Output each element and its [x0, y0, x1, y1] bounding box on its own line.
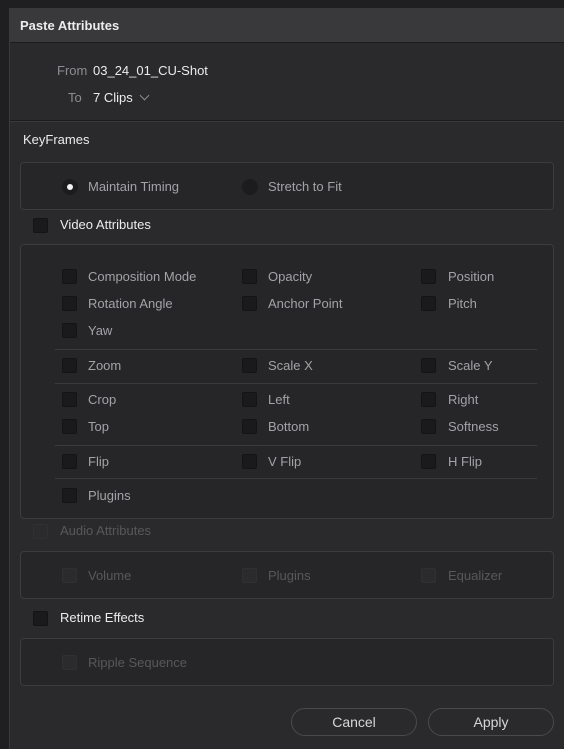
- softness-label: Softness: [448, 419, 499, 434]
- audio-attributes-checkbox[interactable]: [33, 524, 48, 539]
- audio-attributes-panel: Volume Plugins Equalizer: [20, 551, 554, 599]
- zoom-checkbox[interactable]: [62, 358, 77, 373]
- paste-attributes-dialog: Paste Attributes From 03_24_01_CU-Shot T…: [9, 8, 564, 749]
- top-label: Top: [88, 419, 109, 434]
- right-checkbox[interactable]: [421, 392, 436, 407]
- scale-y-checkbox[interactable]: [421, 358, 436, 373]
- yaw-checkbox[interactable]: [62, 323, 77, 338]
- chevron-down-icon: [139, 90, 150, 101]
- video-attributes-panel: Composition Mode Opacity Position Rotati…: [20, 244, 554, 519]
- composition-mode-checkbox[interactable]: [62, 269, 77, 284]
- audio-attributes-heading: Audio Attributes: [60, 523, 152, 538]
- left-label: Left: [268, 392, 290, 407]
- position-label: Position: [448, 269, 495, 284]
- opacity-checkbox[interactable]: [242, 269, 257, 284]
- rotation-angle-checkbox[interactable]: [62, 296, 77, 311]
- video-plugins-checkbox[interactable]: [62, 488, 77, 503]
- h-flip-checkbox[interactable]: [421, 454, 436, 469]
- ripple-sequence-label: Ripple Sequence: [88, 655, 188, 670]
- group-divider: [55, 478, 537, 479]
- right-label: Right: [448, 392, 479, 407]
- volume-label: Volume: [88, 568, 132, 583]
- equalizer-checkbox[interactable]: [421, 568, 436, 583]
- bottom-label: Bottom: [268, 419, 310, 434]
- retime-effects-heading: Retime Effects: [60, 610, 145, 625]
- scale-y-label: Scale Y: [448, 358, 493, 373]
- opacity-label: Opacity: [268, 269, 313, 284]
- bottom-checkbox[interactable]: [242, 419, 257, 434]
- audio-plugins-checkbox[interactable]: [242, 568, 257, 583]
- video-attributes-heading: Video Attributes: [60, 217, 151, 232]
- zoom-label: Zoom: [88, 358, 122, 373]
- flip-checkbox[interactable]: [62, 454, 77, 469]
- anchor-point-label: Anchor Point: [268, 296, 343, 311]
- volume-checkbox[interactable]: [62, 568, 77, 583]
- yaw-label: Yaw: [88, 323, 113, 338]
- from-value: 03_24_01_CU-Shot: [93, 63, 208, 78]
- equalizer-label: Equalizer: [448, 568, 503, 583]
- audio-plugins-label: Plugins: [268, 568, 311, 583]
- rotation-angle-label: Rotation Angle: [88, 296, 173, 311]
- crop-label: Crop: [88, 392, 117, 407]
- maintain-timing-radio[interactable]: [62, 179, 78, 195]
- group-divider: [55, 383, 537, 384]
- video-plugins-label: Plugins: [88, 488, 131, 503]
- pitch-label: Pitch: [448, 296, 477, 311]
- group-divider: [55, 349, 537, 350]
- keyframes-panel: Maintain Timing Stretch to Fit: [20, 162, 554, 210]
- scale-x-checkbox[interactable]: [242, 358, 257, 373]
- cancel-button[interactable]: Cancel: [291, 708, 417, 736]
- to-value: 7 Clips: [93, 90, 133, 105]
- dialog-title: Paste Attributes: [10, 8, 564, 43]
- from-label: From: [57, 63, 88, 78]
- pitch-checkbox[interactable]: [421, 296, 436, 311]
- flip-label: Flip: [88, 454, 109, 469]
- divider-highlight: [10, 121, 564, 122]
- left-checkbox[interactable]: [242, 392, 257, 407]
- to-clips-dropdown[interactable]: 7 Clips: [93, 90, 150, 105]
- retime-effects-checkbox[interactable]: [33, 611, 48, 626]
- apply-button[interactable]: Apply: [428, 708, 554, 736]
- ripple-sequence-checkbox[interactable]: [62, 655, 77, 670]
- retime-effects-panel: Ripple Sequence: [20, 638, 554, 686]
- position-checkbox[interactable]: [421, 269, 436, 284]
- video-attributes-checkbox[interactable]: [33, 218, 48, 233]
- maintain-timing-label: Maintain Timing: [88, 179, 180, 194]
- to-label: To: [68, 90, 82, 105]
- stretch-to-fit-label: Stretch to Fit: [268, 179, 342, 194]
- softness-checkbox[interactable]: [421, 419, 436, 434]
- crop-checkbox[interactable]: [62, 392, 77, 407]
- stretch-to-fit-radio[interactable]: [242, 179, 258, 195]
- v-flip-checkbox[interactable]: [242, 454, 257, 469]
- group-divider: [55, 445, 537, 446]
- top-checkbox[interactable]: [62, 419, 77, 434]
- h-flip-label: H Flip: [448, 454, 482, 469]
- scale-x-label: Scale X: [268, 358, 313, 373]
- v-flip-label: V Flip: [268, 454, 302, 469]
- keyframes-heading: KeyFrames: [23, 132, 90, 147]
- anchor-point-checkbox[interactable]: [242, 296, 257, 311]
- composition-mode-label: Composition Mode: [88, 269, 197, 284]
